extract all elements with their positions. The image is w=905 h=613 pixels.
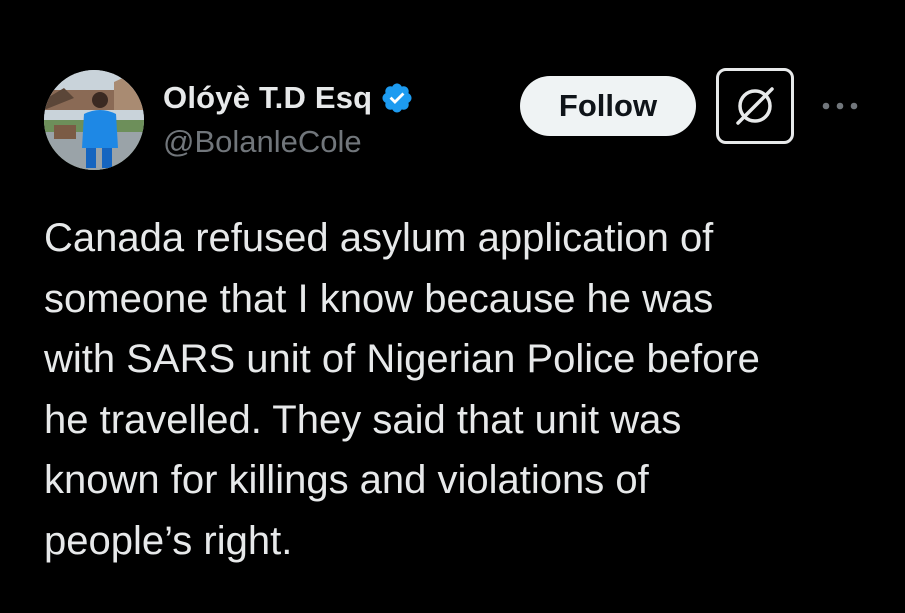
verified-badge-icon[interactable] (380, 81, 414, 115)
tweet-text: Canada refused asylum application of som… (44, 216, 760, 563)
more-options-icon (822, 102, 858, 110)
follow-button[interactable]: Follow (520, 76, 696, 136)
tweet-card: Olóyè T.D Esq @BolanleCole Follow Canada… (0, 0, 905, 613)
author-name-row: Olóyè T.D Esq (163, 76, 414, 120)
author-avatar[interactable] (44, 70, 144, 170)
avatar-photo-icon (44, 70, 144, 170)
author-display-name[interactable]: Olóyè T.D Esq (163, 80, 372, 116)
author-handle[interactable]: @BolanleCole (163, 124, 362, 160)
grok-icon (736, 87, 774, 125)
grok-button[interactable] (716, 68, 794, 144)
more-options-button[interactable] (818, 86, 862, 126)
